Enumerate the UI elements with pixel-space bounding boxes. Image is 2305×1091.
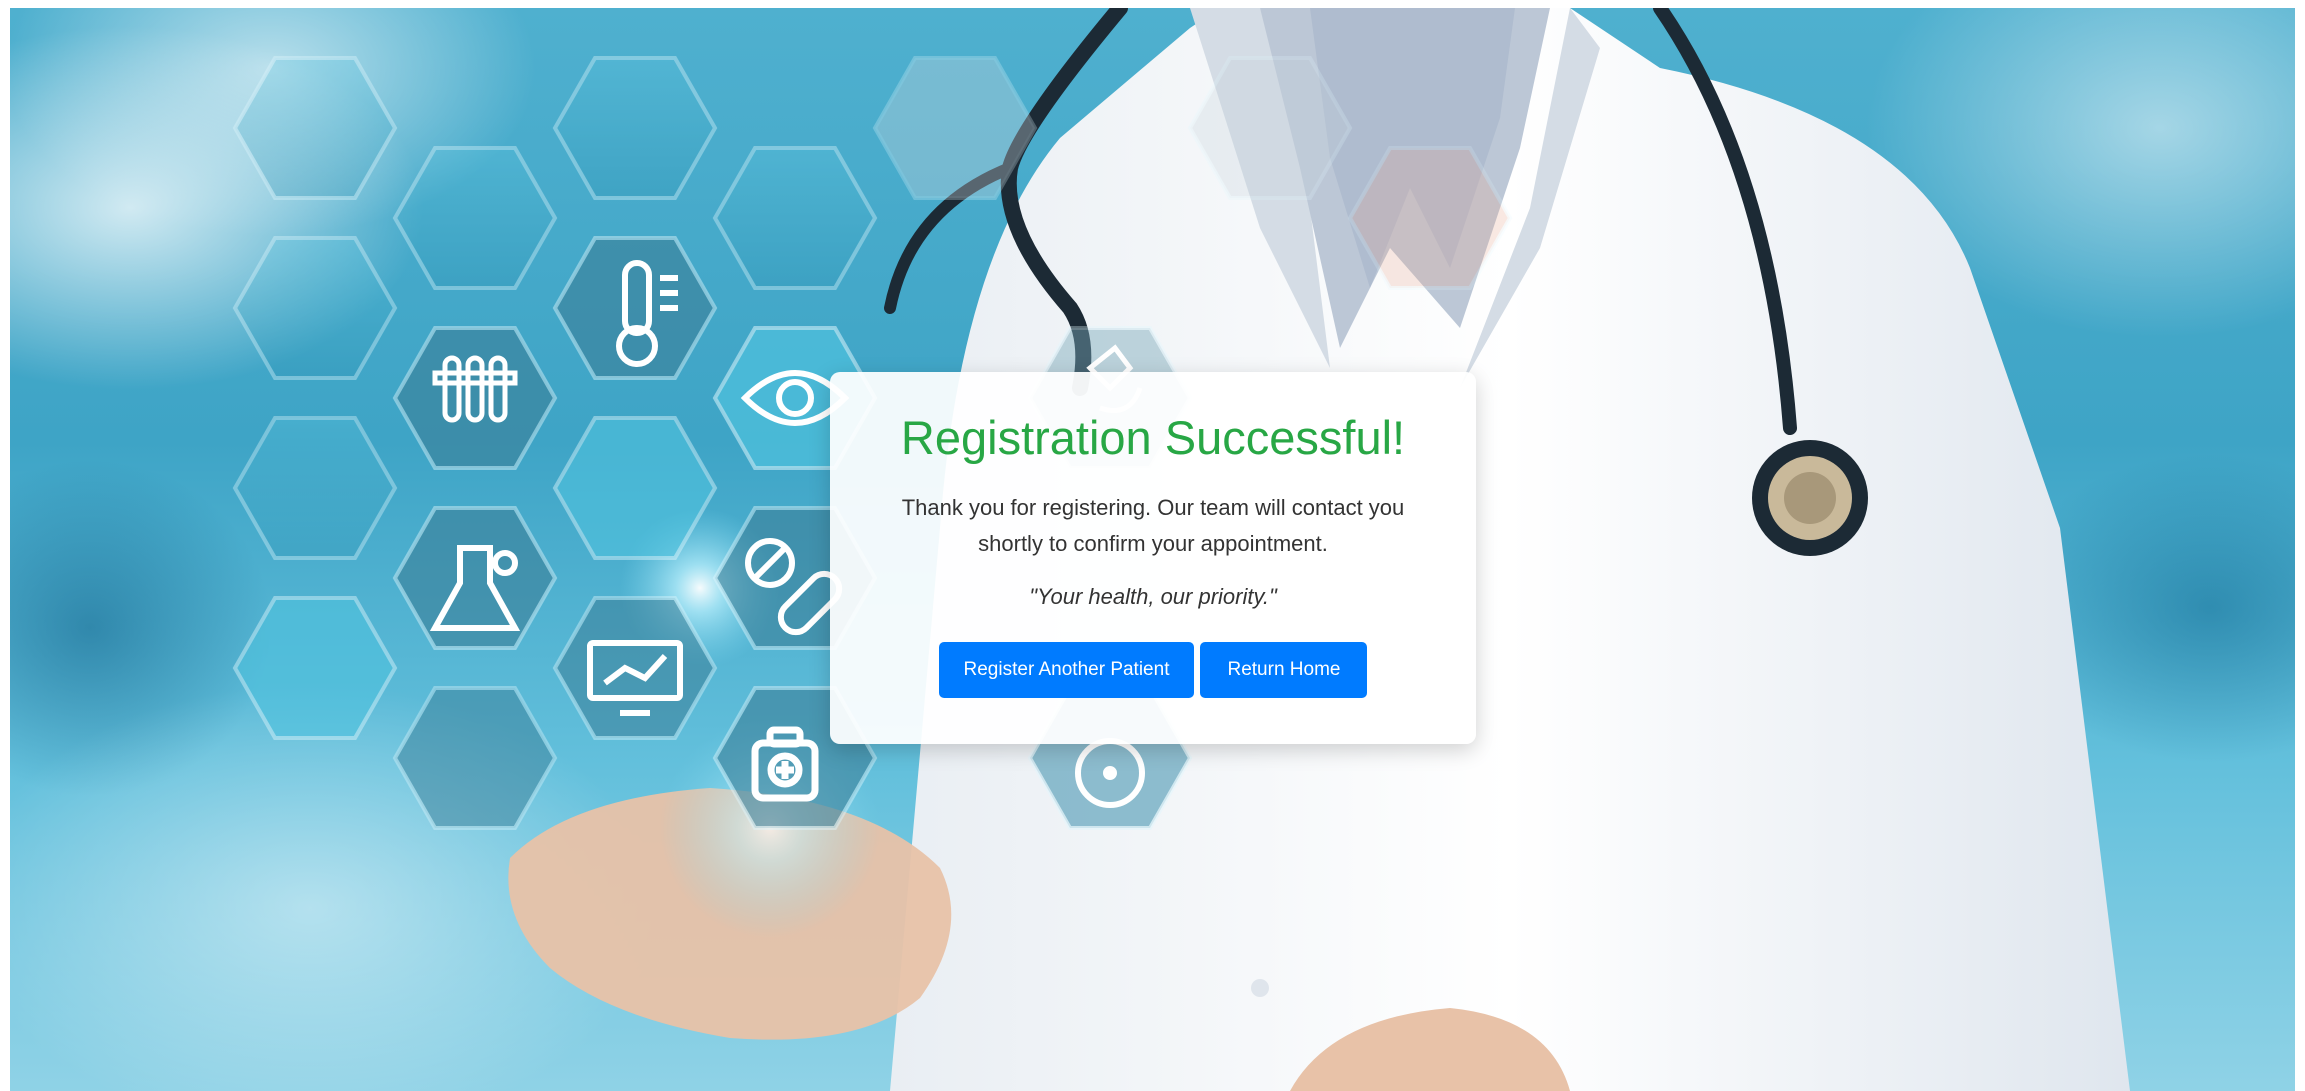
registration-success-card: Registration Successful! Thank you for r… — [830, 372, 1476, 744]
page-background: Registration Successful! Thank you for r… — [10, 8, 2295, 1091]
success-title: Registration Successful! — [900, 411, 1406, 464]
action-buttons: Register Another Patient Return Home — [830, 642, 1476, 698]
slogan-quote: "Your health, our priority." — [1029, 584, 1277, 609]
register-another-patient-button[interactable]: Register Another Patient — [938, 642, 1195, 698]
success-message: Thank you for registering. Our team will… — [901, 495, 1405, 556]
return-home-button[interactable]: Return Home — [1200, 642, 1368, 698]
